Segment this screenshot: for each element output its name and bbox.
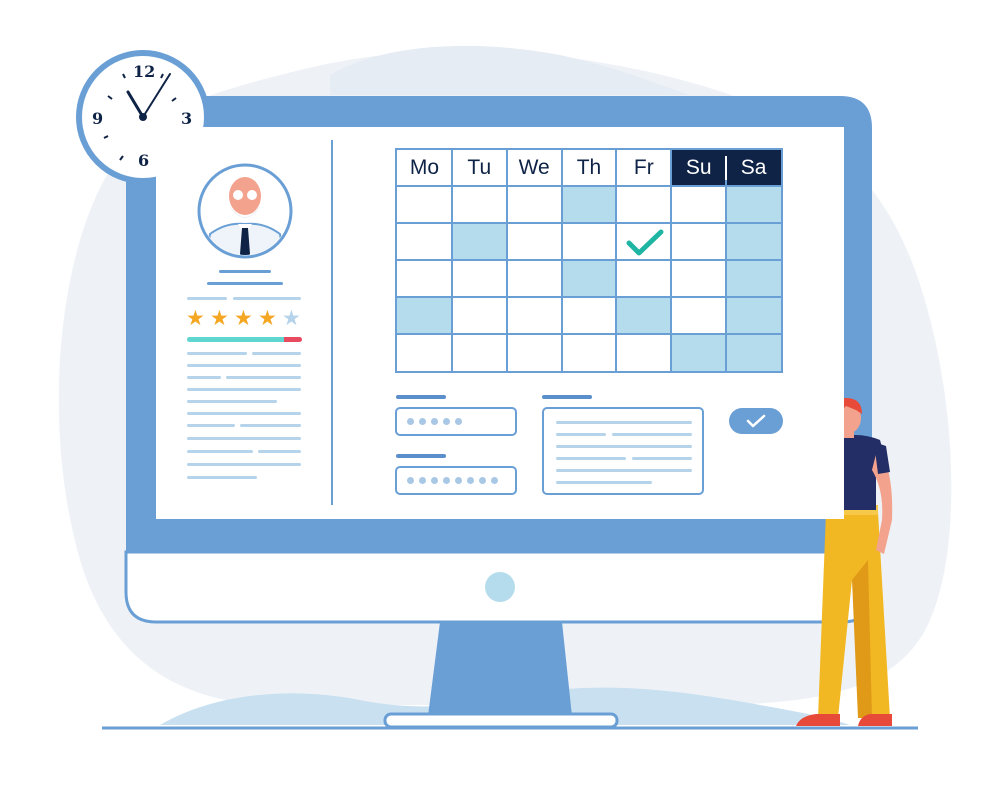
calendar-grid-line <box>725 156 728 371</box>
profile-text-line <box>187 437 301 440</box>
profile-text-line <box>187 364 301 367</box>
calendar-cell[interactable] <box>397 186 452 223</box>
calendar-cell[interactable] <box>726 334 781 371</box>
calendar-cell[interactable] <box>616 260 671 297</box>
calendar-grid-line <box>397 333 781 335</box>
form-label-line <box>396 395 446 399</box>
clock-number-9: 9 <box>92 109 104 128</box>
calendar-day-header: Tu <box>467 156 492 179</box>
profile-title-line <box>207 282 283 285</box>
form-label-line <box>396 454 446 458</box>
calendar-cell[interactable] <box>452 260 507 297</box>
text-input-2[interactable] <box>395 466 517 495</box>
calendar-cell[interactable] <box>397 223 452 260</box>
profile-text-line <box>187 412 301 415</box>
calendar-grid-line <box>397 222 781 224</box>
calendar-cell[interactable] <box>671 223 726 260</box>
profile-name-line <box>219 270 271 273</box>
calendar-cell[interactable] <box>562 223 617 260</box>
monitor-base <box>383 712 619 729</box>
calendar-cell[interactable] <box>671 260 726 297</box>
calendar-cell[interactable] <box>616 186 671 223</box>
profile-text-line <box>252 352 301 355</box>
calendar-cell[interactable] <box>562 297 617 334</box>
calendar-cell[interactable] <box>507 297 562 334</box>
clock-number-6: 6 <box>138 151 150 170</box>
profile-subtitle-line <box>233 297 301 300</box>
confirm-button[interactable] <box>729 408 783 434</box>
calendar-cell[interactable] <box>726 186 781 223</box>
calendar-cell[interactable] <box>451 223 507 260</box>
notes-label-line <box>542 395 592 399</box>
profile-text-line <box>258 450 301 453</box>
star-filled-icon: ★ <box>186 307 205 330</box>
calendar-cell[interactable] <box>507 260 562 297</box>
profile-subtitle-line <box>187 297 227 300</box>
calendar-day-header: Sa <box>726 150 781 186</box>
profile-text-line <box>187 463 301 466</box>
calendar-cell[interactable] <box>507 223 562 260</box>
star-filled-icon: ★ <box>210 307 229 330</box>
calendar-grid-line <box>397 185 781 187</box>
calendar-cell[interactable] <box>616 297 672 334</box>
calendar-cell[interactable] <box>562 334 617 371</box>
text-input-1[interactable] <box>395 407 517 436</box>
calendar-cell[interactable] <box>452 186 507 223</box>
profile-text-line <box>187 352 247 355</box>
calendar-grid-line <box>397 259 781 261</box>
monitor-stand <box>428 622 572 716</box>
profile-text-line <box>187 424 235 427</box>
calendar-cell[interactable] <box>452 297 507 334</box>
calendar-grid: Mo Tu We Th Fr Su Sa <box>395 148 783 373</box>
calendar-day-header: Th <box>576 156 602 179</box>
calendar-cell[interactable] <box>726 260 781 297</box>
calendar-cell[interactable] <box>671 334 727 371</box>
calendar-grid-line <box>397 296 781 298</box>
star-empty-icon: ★ <box>282 307 301 330</box>
star-filled-icon: ★ <box>258 307 277 330</box>
calendar-cell[interactable] <box>452 334 507 371</box>
calendar-cell[interactable] <box>397 297 452 334</box>
monitor-power-button <box>485 572 515 602</box>
calendar-day-header: Fr <box>633 156 654 179</box>
check-button-icon <box>746 414 766 428</box>
notes-textarea[interactable] <box>542 407 704 495</box>
clock-number-12: 12 <box>133 62 156 81</box>
calendar-cell[interactable] <box>561 260 617 297</box>
rating-progress-bar <box>187 337 302 342</box>
profile-text-line <box>187 388 301 391</box>
profile-text-line <box>187 376 221 379</box>
calendar-day-header: Su <box>671 150 727 186</box>
clock-number-3: 3 <box>181 109 193 128</box>
calendar-day-header: We <box>518 156 550 179</box>
rating-progress-fill <box>187 337 285 342</box>
calendar-cell[interactable] <box>671 186 726 223</box>
calendar-cell[interactable] <box>397 334 452 371</box>
profile-text-line <box>187 400 277 403</box>
calendar-cell[interactable] <box>507 186 562 223</box>
panel-divider <box>331 140 333 505</box>
star-filled-icon: ★ <box>234 307 253 330</box>
profile-text-line <box>187 476 257 479</box>
profile-text-line <box>226 376 301 379</box>
calendar-cell[interactable] <box>726 297 781 334</box>
calendar-cell[interactable] <box>507 334 562 371</box>
calendar-cell[interactable] <box>616 334 671 371</box>
check-icon <box>626 229 664 256</box>
calendar-day-header: Mo <box>409 156 440 179</box>
doctor-avatar-icon <box>197 163 293 259</box>
calendar-cell[interactable] <box>561 186 617 223</box>
calendar-cell[interactable] <box>397 260 452 297</box>
profile-text-line <box>240 424 301 427</box>
calendar-cell[interactable] <box>726 223 781 260</box>
calendar-cell[interactable] <box>671 297 726 334</box>
rating-progress-end <box>284 337 302 342</box>
profile-text-line <box>187 450 253 453</box>
